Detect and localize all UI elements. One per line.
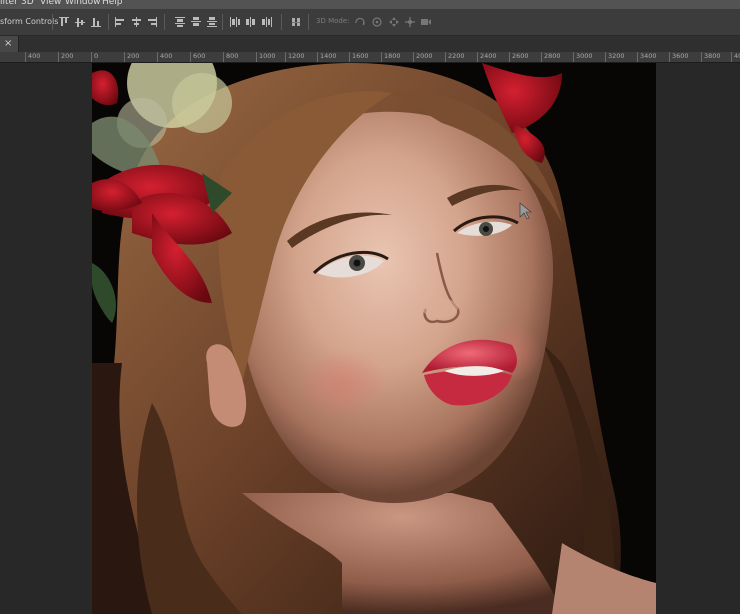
distribute-left-icon[interactable] [229, 16, 241, 28]
distribute-top-icon[interactable] [174, 16, 186, 28]
ruler-label: 3200 [608, 52, 625, 60]
horizontal-ruler: 400 200 0 200 400 600 800 1000 1200 1400… [0, 52, 740, 63]
align-bottom-icon[interactable] [90, 16, 102, 28]
separator [281, 14, 282, 30]
rotate-3d-icon[interactable] [354, 16, 366, 28]
separator [308, 14, 309, 30]
ruler-label: 800 [226, 52, 239, 60]
ruler-label: 200 [127, 52, 140, 60]
3d-mode-label: 3D Mode: [316, 17, 350, 25]
align-right-icon[interactable] [146, 16, 158, 28]
menu-bar: ilter 3D View Window Help [0, 0, 740, 9]
distribute-vcenter-icon[interactable] [190, 16, 202, 28]
distribute-bottom-icon[interactable] [206, 16, 218, 28]
menu-view[interactable]: View [40, 0, 61, 8]
workspace [0, 63, 740, 614]
distribute-hcenter-icon[interactable] [245, 16, 257, 28]
ruler-label: 2800 [544, 52, 561, 60]
menu-window[interactable]: Window [65, 0, 101, 8]
ruler-label: 200 [61, 52, 74, 60]
portrait-photo [92, 63, 656, 614]
show-transform-controls-label[interactable]: sform Controls [0, 17, 58, 26]
roll-3d-icon[interactable] [371, 16, 383, 28]
slide-3d-icon[interactable] [404, 16, 416, 28]
ruler-label: 3600 [672, 52, 689, 60]
ruler-label: 2600 [512, 52, 529, 60]
menu-filter[interactable]: ilter [0, 0, 18, 8]
ruler-label: 1400 [320, 52, 337, 60]
scale-3d-icon[interactable] [420, 16, 432, 28]
ruler-label: 1800 [384, 52, 401, 60]
ruler-label: 1200 [288, 52, 305, 60]
document-canvas[interactable] [92, 63, 656, 614]
separator [108, 14, 109, 30]
separator [222, 14, 223, 30]
menu-3d[interactable]: 3D [21, 0, 34, 8]
ruler-label: 1600 [352, 52, 369, 60]
ruler-label: 3000 [576, 52, 593, 60]
menu-help[interactable]: Help [102, 0, 123, 8]
align-top-icon[interactable] [58, 16, 70, 28]
ruler-label: 40 [734, 52, 740, 60]
document-tab[interactable]: × [0, 36, 19, 52]
ruler-label: 2400 [480, 52, 497, 60]
auto-align-icon[interactable] [290, 16, 302, 28]
distribute-right-icon[interactable] [261, 16, 273, 28]
ruler-label: 400 [28, 52, 41, 60]
ruler-label: 2200 [448, 52, 465, 60]
separator [164, 14, 165, 30]
ruler-label: 400 [160, 52, 173, 60]
align-left-icon[interactable] [114, 16, 126, 28]
ruler-label: 600 [193, 52, 206, 60]
close-icon[interactable]: × [4, 37, 12, 51]
align-vcenter-icon[interactable] [74, 16, 86, 28]
align-hcenter-icon[interactable] [130, 16, 142, 28]
ruler-label: 3400 [640, 52, 657, 60]
ruler-label: 3800 [704, 52, 721, 60]
ruler-label: 2000 [416, 52, 433, 60]
options-bar: sform Controls 3D Mode: [0, 9, 740, 36]
drag-3d-icon[interactable] [388, 16, 400, 28]
separator [52, 14, 53, 30]
document-tab-bar: × [0, 36, 740, 52]
ruler-label: 1000 [259, 52, 276, 60]
ruler-label: 0 [94, 52, 99, 60]
